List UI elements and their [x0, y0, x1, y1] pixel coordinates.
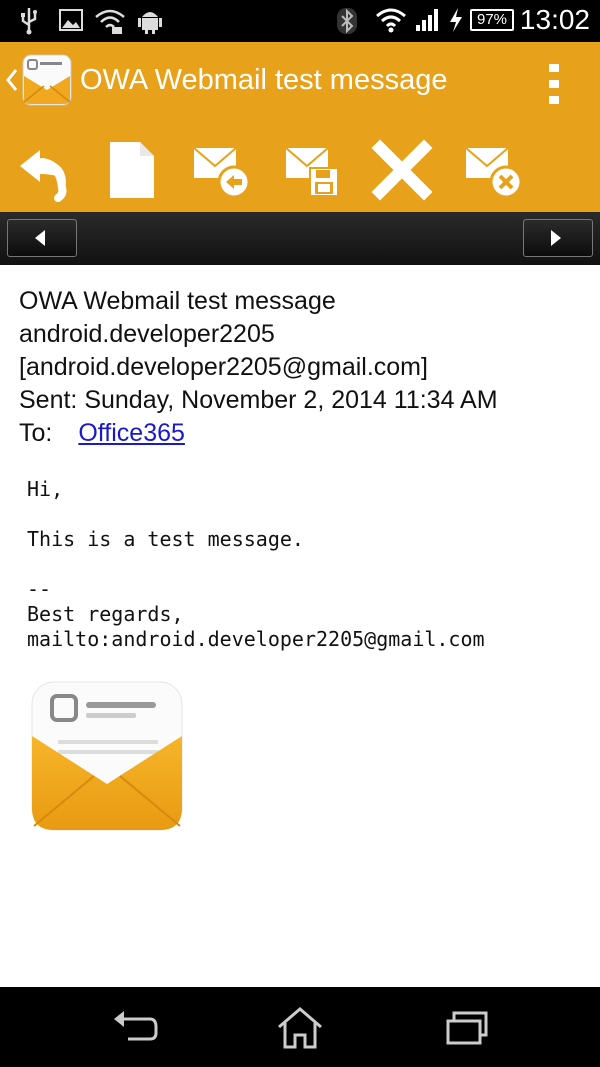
back-icon[interactable] — [110, 1005, 160, 1049]
overflow-menu-icon[interactable] — [544, 62, 564, 106]
next-message-button[interactable] — [523, 219, 593, 257]
sent-row: Sent: Sunday, November 2, 2014 11:34 AM — [19, 384, 589, 417]
message-header: OWA Webmail test message android.develop… — [19, 285, 589, 450]
bluetooth-icon — [337, 8, 357, 34]
arrow-left-icon — [35, 230, 45, 246]
action-bar: OWA Webmail test message — [0, 42, 600, 124]
sent-label: Sent: — [19, 386, 78, 414]
sender-email: [android.developer2205@gmail.com] — [19, 353, 428, 381]
wifi-icon — [376, 8, 406, 33]
to-row: To: Office365 — [19, 417, 589, 450]
system-navigation-bar — [0, 987, 600, 1067]
signal-icon — [416, 9, 438, 31]
mail-save-icon[interactable] — [282, 138, 346, 202]
chevron-left-icon[interactable] — [6, 68, 18, 92]
sent-value: Sunday, November 2, 2014 11:34 AM — [84, 386, 498, 414]
image-icon — [59, 9, 83, 31]
android-icon — [138, 12, 162, 34]
mail-delete-icon[interactable] — [462, 138, 526, 202]
sender-name: android.developer2205 — [19, 320, 275, 348]
home-icon[interactable] — [275, 1005, 325, 1049]
usb-icon — [21, 8, 37, 35]
charging-icon — [450, 8, 462, 32]
previous-message-button[interactable] — [7, 219, 77, 257]
delete-icon[interactable] — [370, 138, 434, 202]
recent-apps-icon[interactable] — [442, 1005, 492, 1049]
reply-icon[interactable] — [12, 138, 76, 202]
clock: 13:02 — [519, 4, 590, 35]
mail-reply-icon[interactable] — [190, 138, 254, 202]
message-body: Hi, This is a test message. -- Best rega… — [27, 477, 485, 651]
battery-level: 97% — [470, 9, 514, 31]
wifi-hotspot-icon — [95, 9, 125, 34]
new-document-icon[interactable] — [100, 138, 164, 202]
page-title: OWA Webmail test message — [80, 64, 448, 96]
message-subject: OWA Webmail test message — [19, 287, 336, 315]
mail-app-logo-image — [31, 681, 183, 831]
message-navigation-bar — [0, 212, 600, 265]
recipient-link[interactable]: Office365 — [78, 419, 185, 447]
toolbar — [0, 124, 600, 212]
arrow-right-icon — [551, 230, 561, 246]
app-logo-icon[interactable] — [22, 54, 72, 106]
to-label: To: — [19, 419, 53, 447]
status-bar: 97% 13:02 — [0, 0, 600, 42]
